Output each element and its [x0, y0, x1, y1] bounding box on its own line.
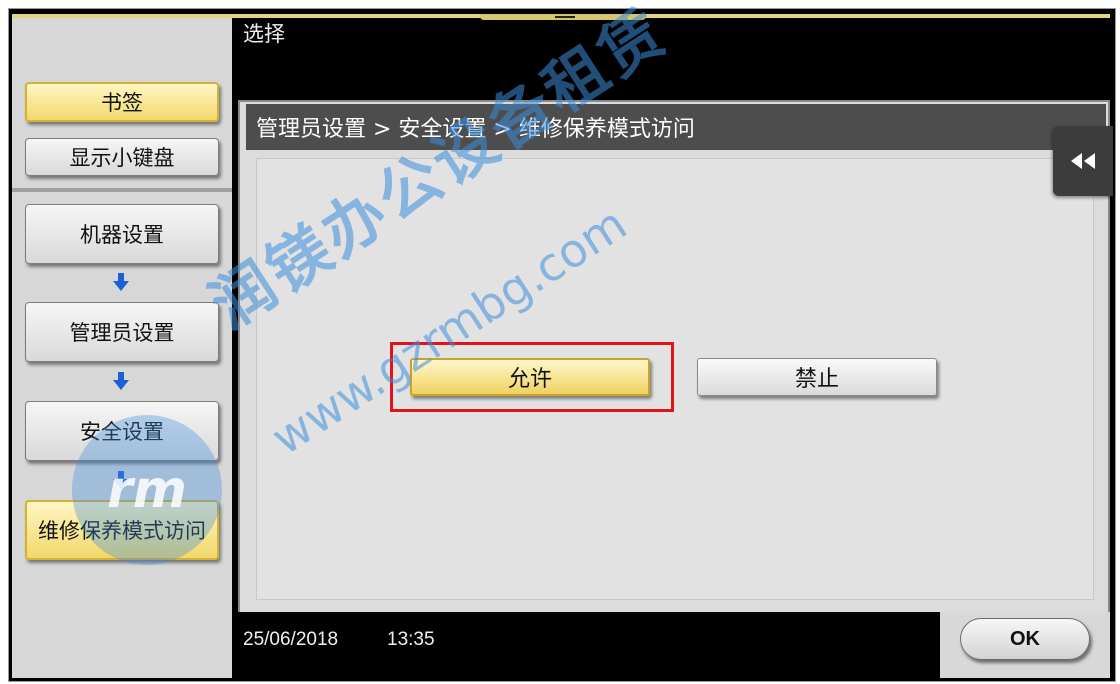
breadcrumb: 管理员设置 > 安全设置 > 维修保养模式访问: [246, 104, 1106, 150]
double-left-arrow-icon: [1071, 153, 1095, 169]
collapse-button[interactable]: [1053, 126, 1113, 196]
show-keypad-button[interactable]: 显示小键盘: [25, 138, 219, 176]
top-tab-mark: [555, 16, 575, 18]
status-date: 25/06/2018: [243, 629, 339, 650]
ok-button[interactable]: OK: [960, 618, 1090, 660]
nav-admin-settings[interactable]: 管理员设置: [25, 302, 219, 362]
watermark-logo: rm: [72, 415, 222, 565]
sidebar-separator: [12, 188, 232, 192]
nav-machine-settings[interactable]: 机器设置: [25, 204, 219, 264]
page-title: 选择: [243, 22, 285, 46]
deny-button[interactable]: 禁止: [697, 358, 937, 396]
bookmark-button[interactable]: 书签: [25, 82, 219, 122]
arrow-down-icon: [113, 273, 129, 291]
arrow-down-icon: [113, 372, 129, 390]
watermark-logo-text: rm: [107, 460, 187, 520]
status-time: 13:35: [387, 629, 435, 650]
